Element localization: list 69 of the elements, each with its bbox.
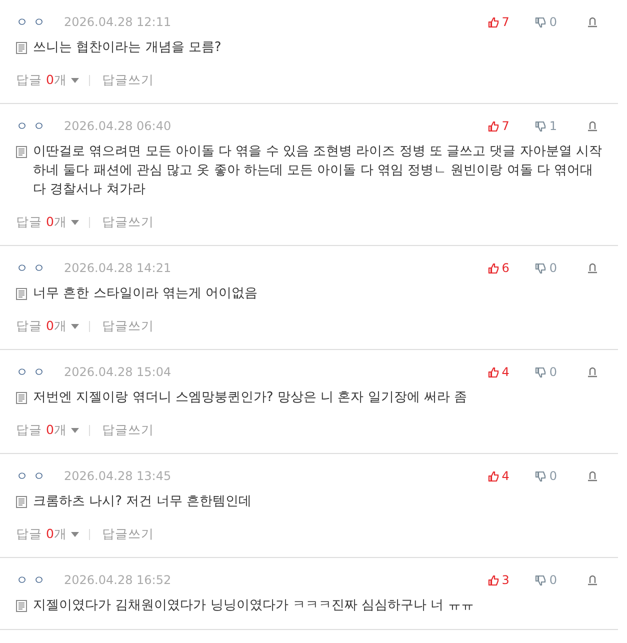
reply-count-button[interactable]: 답글 0개 <box>16 72 79 89</box>
comment-date: 2026.04.28 15:04 <box>64 365 172 379</box>
comment-text: 저번엔 지젤이랑 엮더니 스엠망붕퀸인가? 망상은 니 혼자 일기장에 써라 좀 <box>33 389 468 407</box>
like-button[interactable]: 4 <box>488 469 510 483</box>
thumbs-up-icon <box>488 262 499 274</box>
nickname[interactable]: ㅇㅇ <box>16 572 50 588</box>
caret-icon <box>70 78 79 83</box>
write-reply-link[interactable]: 답글쓰기 <box>102 72 154 89</box>
caret-icon <box>70 220 79 225</box>
caret-icon <box>70 324 79 329</box>
thumbs-down-icon <box>535 574 546 586</box>
write-reply-link[interactable]: 답글쓰기 <box>102 214 154 231</box>
nickname[interactable]: ㅇㅇ <box>16 468 50 484</box>
nickname[interactable]: ㅇㅇ <box>16 14 50 30</box>
thumbs-down-icon <box>535 366 546 378</box>
reply-count-button[interactable]: 답글 0개 <box>16 526 79 543</box>
thumbs-up-icon <box>488 366 499 378</box>
reply-count-button[interactable]: 답글 0개 <box>16 318 79 335</box>
dislike-button[interactable]: 0 <box>535 365 557 379</box>
comment-text: 너무 흔한 스타일이라 엮는게 어이없음 <box>33 285 258 303</box>
dislike-button[interactable]: 0 <box>535 573 557 587</box>
like-button[interactable]: 4 <box>488 365 510 379</box>
comment-date: 2026.04.28 16:52 <box>64 573 172 587</box>
reply-count-button[interactable]: 답글 0개 <box>16 422 79 439</box>
siren-icon[interactable] <box>587 470 598 482</box>
like-button[interactable]: 3 <box>488 573 510 587</box>
comment-text: 이딴걸로 엮으려면 모든 아이돌 다 엮을 수 있음 조현병 라이즈 정병 또 글쓰고 댓글 자아분열 시작하네 둘다 패션에 관심 많고 옷 좋아 하는데 모든 아이돌 다 엮임 정병ㄴ 원빈이랑 여돌 다 엮어대다 경찰서나 쳐가라 <box>33 143 602 199</box>
thumbs-down-icon <box>535 16 546 28</box>
comment-date: 2026.04.28 13:45 <box>64 469 172 483</box>
comment-text: 크롬하츠 나시? 저건 너무 흔한템인데 <box>33 493 252 511</box>
memo-icon <box>16 496 27 508</box>
nickname[interactable]: ㅇㅇ <box>16 118 50 134</box>
thumbs-up-icon <box>488 16 499 28</box>
caret-icon <box>70 532 79 537</box>
memo-icon <box>16 288 27 300</box>
like-button[interactable]: 6 <box>488 261 510 275</box>
memo-icon <box>16 600 27 612</box>
comment-text: 쓰니는 협찬이라는 개념을 모름? <box>33 39 222 57</box>
comment-text: 지젤이였다가 김채원이였다가 닝닝이였다가 ㅋㅋㅋ진짜 심심하구나 너 ㅠㅠ <box>33 597 474 615</box>
comment-date: 2026.04.28 14:21 <box>64 261 172 275</box>
memo-icon <box>16 146 27 158</box>
dislike-button[interactable]: 0 <box>535 15 557 29</box>
write-reply-link[interactable]: 답글쓰기 <box>102 422 154 439</box>
thumbs-up-icon <box>488 120 499 132</box>
nickname[interactable]: ㅇㅇ <box>16 260 50 276</box>
dislike-button[interactable]: 0 <box>535 469 557 483</box>
memo-icon <box>16 392 27 404</box>
like-button[interactable]: 7 <box>488 119 510 133</box>
siren-icon[interactable] <box>587 574 598 586</box>
thumbs-down-icon <box>535 470 546 482</box>
reply-count-button[interactable]: 답글 0개 <box>16 214 79 231</box>
siren-icon[interactable] <box>587 16 598 28</box>
memo-icon <box>16 42 27 54</box>
thumbs-down-icon <box>535 120 546 132</box>
thumbs-down-icon <box>535 262 546 274</box>
siren-icon[interactable] <box>587 262 598 274</box>
thumbs-up-icon <box>488 574 499 586</box>
nickname[interactable]: ㅇㅇ <box>16 364 50 380</box>
write-reply-link[interactable]: 답글쓰기 <box>102 526 154 543</box>
dislike-button[interactable]: 0 <box>535 261 557 275</box>
caret-icon <box>70 428 79 433</box>
thumbs-up-icon <box>488 470 499 482</box>
write-reply-link[interactable]: 답글쓰기 <box>102 318 154 335</box>
siren-icon[interactable] <box>587 366 598 378</box>
comment-date: 2026.04.28 06:40 <box>64 119 172 133</box>
siren-icon[interactable] <box>587 120 598 132</box>
dislike-button[interactable]: 1 <box>535 119 557 133</box>
like-button[interactable]: 7 <box>488 15 510 29</box>
comment-date: 2026.04.28 12:11 <box>64 15 172 29</box>
